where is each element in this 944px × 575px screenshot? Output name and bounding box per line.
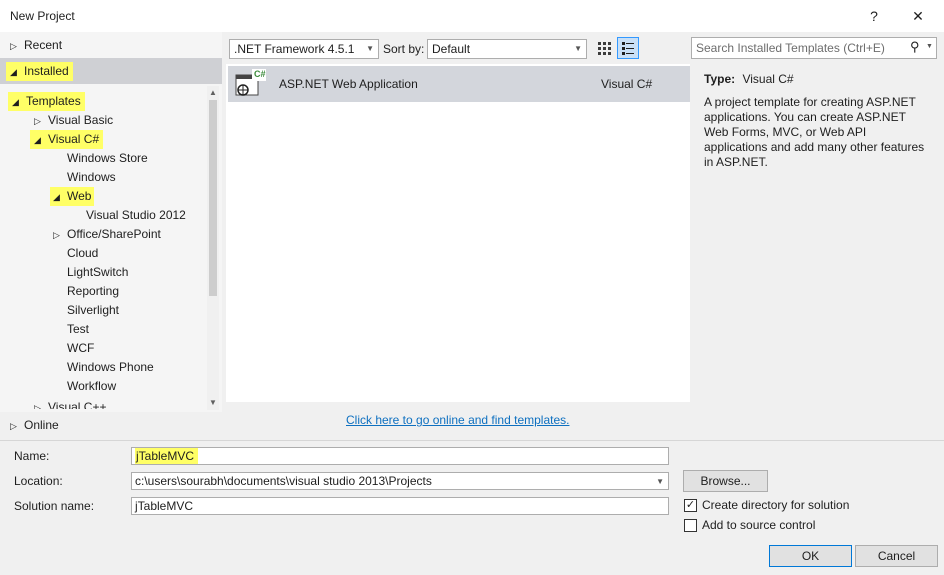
tree-windows[interactable]: Windows (67, 168, 116, 187)
tree-office-sharepoint[interactable]: ▷ Office/SharePoint (53, 225, 161, 244)
chevron-down-icon[interactable]: ▼ (656, 474, 664, 490)
tree-scroll-thumb[interactable] (209, 100, 217, 296)
scroll-down-icon[interactable]: ▼ (207, 397, 219, 409)
template-list (226, 64, 690, 402)
browse-button[interactable]: Browse... (683, 470, 768, 492)
template-row[interactable]: C# ASP.NET Web Application Visual C# (228, 66, 690, 102)
template-name: ASP.NET Web Application (279, 77, 418, 91)
location-label: Location: (14, 474, 63, 488)
collapse-icon: ◢ (34, 135, 41, 145)
tree-visual-basic[interactable]: ▷ Visual Basic (34, 111, 113, 130)
template-language: Visual C# (601, 77, 653, 91)
tree-reporting[interactable]: Reporting (67, 282, 119, 301)
name-label: Name: (14, 449, 50, 463)
tree-wcf[interactable]: WCF (67, 339, 94, 358)
tree-installed[interactable]: ◢ Installed (0, 58, 222, 84)
scroll-up-icon[interactable]: ▲ (207, 87, 219, 99)
small-icons-view-button[interactable] (594, 38, 616, 58)
location-field[interactable]: c:\users\sourabh\documents\visual studio… (131, 472, 669, 490)
tree-recent[interactable]: ▷ Recent (0, 34, 222, 56)
description-panel: Type: Visual C# A project template for c… (694, 64, 938, 404)
web-app-icon: C# (234, 69, 266, 99)
chevron-down-icon[interactable]: ▼ (926, 43, 933, 50)
tree-visual-basic-label: Visual Basic (48, 113, 114, 127)
tree-templates[interactable]: ◢ Templates (8, 92, 85, 111)
type-value: Visual C# (742, 72, 794, 86)
name-field[interactable]: jTableMVC (131, 447, 669, 465)
tree-office-label: Office/SharePoint (67, 227, 161, 241)
expand-icon: ▷ (34, 403, 41, 409)
create-directory-label: Create directory for solution (702, 498, 850, 512)
source-control-checkbox[interactable] (684, 519, 697, 532)
tree-installed-label: Installed (24, 64, 69, 78)
help-button[interactable]: ? (860, 4, 888, 28)
create-directory-checkbox[interactable]: ✓ (684, 499, 697, 512)
chevron-down-icon: ▼ (574, 44, 582, 53)
description-text: A project template for creating ASP.NET … (704, 95, 925, 169)
tree-windows-phone[interactable]: Windows Phone (67, 358, 154, 377)
csharp-badge: C# (254, 69, 266, 79)
tree-recent-label: Recent (24, 38, 63, 52)
expand-icon: ▷ (53, 230, 60, 240)
collapse-icon: ◢ (12, 97, 19, 107)
ok-button[interactable]: OK (769, 545, 852, 567)
tree-visual-csharp-label: Visual C# (48, 132, 100, 146)
title-bar (0, 0, 944, 32)
solution-name-value: jTableMVC (135, 499, 194, 513)
tree-online-label: Online (24, 418, 59, 432)
search-icon[interactable]: ⚲ (910, 39, 920, 55)
tree-web-label: Web (67, 189, 92, 203)
location-field-value: c:\users\sourabh\documents\visual studio… (135, 474, 432, 488)
tree-visual-csharp[interactable]: ◢ Visual C# (30, 130, 104, 149)
tree-silverlight[interactable]: Silverlight (67, 301, 119, 320)
chevron-down-icon: ▼ (366, 44, 374, 53)
tree-workflow[interactable]: Workflow (67, 377, 116, 396)
sort-label: Sort by: (383, 42, 425, 56)
close-button[interactable]: ✕ (904, 4, 932, 28)
tree-web[interactable]: ◢ Web (50, 187, 95, 206)
expand-icon: ▷ (10, 421, 17, 431)
sort-select[interactable]: Default ▼ (427, 39, 587, 59)
tree-truncated-item[interactable]: ▷ Visual C++ (34, 398, 204, 409)
framework-select[interactable]: .NET Framework 4.5.1 ▼ (229, 39, 379, 59)
search-input[interactable]: Search Installed Templates (Ctrl+E) ⚲ ▼ (691, 37, 937, 59)
tree-truncated-label: Visual C++ (48, 400, 107, 409)
solution-name-field[interactable]: jTableMVC (131, 497, 669, 515)
type-label: Type: (704, 72, 736, 86)
collapse-icon: ◢ (53, 192, 60, 202)
collapse-icon: ◢ (10, 67, 17, 77)
tree-visual-studio-2012[interactable]: Visual Studio 2012 (86, 206, 186, 225)
expand-icon: ▷ (10, 41, 17, 51)
online-templates-link[interactable]: Click here to go online and find templat… (346, 413, 569, 427)
source-control-label: Add to source control (702, 518, 816, 532)
tree-online[interactable]: ▷ Online (0, 415, 222, 437)
framework-select-value: .NET Framework 4.5.1 (234, 42, 355, 56)
tree-windows-store[interactable]: Windows Store (67, 149, 148, 168)
tree-templates-label: Templates (26, 94, 81, 108)
expand-icon: ▷ (34, 116, 41, 126)
window-title: New Project (10, 9, 75, 23)
tree-cloud[interactable]: Cloud (67, 244, 98, 263)
tree-lightswitch[interactable]: LightSwitch (67, 263, 128, 282)
list-view-icon (622, 42, 634, 55)
list-view-button[interactable] (617, 37, 639, 59)
cancel-button[interactable]: Cancel (855, 545, 938, 567)
sort-select-value: Default (432, 42, 471, 56)
search-placeholder: Search Installed Templates (Ctrl+E) (696, 41, 885, 55)
name-field-value: jTableMVC (135, 448, 199, 464)
tree-test[interactable]: Test (67, 320, 89, 339)
small-icons-view-icon (598, 42, 611, 55)
solution-name-label: Solution name: (14, 499, 95, 513)
